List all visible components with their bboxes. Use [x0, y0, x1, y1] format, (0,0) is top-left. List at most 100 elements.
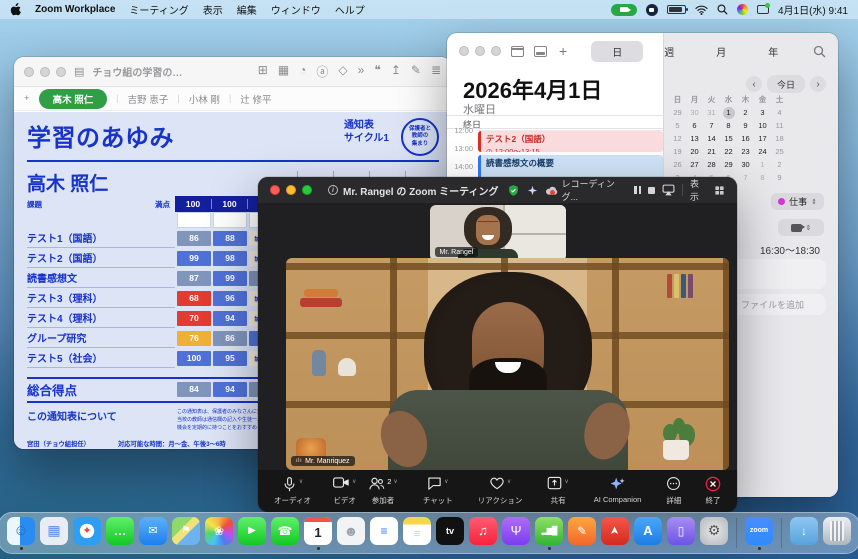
info-icon[interactable] [328, 185, 338, 195]
menubar-app-name[interactable]: Zoom Workplace [35, 4, 115, 15]
video-call-picker[interactable]: ⇕ [778, 219, 824, 236]
mini-cal-day[interactable]: 8 [720, 119, 737, 132]
score-cell[interactable]: 76 [177, 331, 211, 346]
mini-cal-day[interactable]: 23 [737, 145, 754, 158]
mini-cal-day[interactable]: 2 [771, 158, 788, 171]
mini-cal-day[interactable]: 4 [771, 106, 788, 119]
calendar-traffic-lights[interactable] [459, 46, 501, 56]
chevron-up-icon[interactable]: ∨ [444, 478, 448, 485]
wifi-icon[interactable] [695, 5, 708, 15]
mini-cal-day[interactable]: 3 [754, 106, 771, 119]
view-tab-日[interactable]: 日 [591, 41, 643, 62]
dock-item-apple-tv[interactable]: tv [435, 517, 465, 550]
row-label[interactable]: グループ研究 [27, 328, 175, 348]
mini-cal-day[interactable]: 16 [737, 132, 754, 145]
sheet-tab-2[interactable]: 吉野 恵子 [128, 92, 169, 106]
mini-cal-day[interactable]: 13 [686, 132, 703, 145]
text-box-icon[interactable]: ⓐ [316, 63, 328, 80]
menubar-menu-item[interactable]: ヘルプ [335, 2, 365, 17]
dock-item-rocket[interactable]: ➤ [600, 517, 630, 550]
dock-item-system-settings[interactable]: ⚙ [699, 517, 729, 550]
shape-icon[interactable]: ◇ [338, 63, 347, 80]
control-center-icon[interactable] [737, 4, 748, 15]
mini-cal-day[interactable]: 25 [771, 145, 788, 158]
dock-item-facetime[interactable]: ▶ [237, 517, 267, 550]
prev-day-button[interactable]: ‹ [746, 76, 762, 92]
mini-cal-day[interactable]: 1 [720, 106, 737, 119]
mini-cal-day[interactable]: 26 [669, 158, 686, 171]
score-cell[interactable]: 95 [213, 351, 247, 366]
dock-item-trash[interactable] [822, 517, 852, 550]
sheet-tab-4[interactable]: 辻 修平 [240, 92, 271, 106]
view-tab-年[interactable]: 年 [747, 41, 799, 62]
zoom-more-button[interactable]: 詳細 [666, 476, 681, 506]
sidebar-toggle-icon[interactable]: ▤ [74, 65, 84, 78]
dock-item-zoom[interactable]: zoom [744, 517, 774, 550]
mini-cal-day[interactable]: 2 [737, 106, 754, 119]
dock-item-mail[interactable]: ✉ [138, 517, 168, 550]
dock-item-downloads[interactable]: ↓ [789, 517, 819, 550]
numbers-traffic-lights[interactable] [24, 67, 66, 77]
score-cell[interactable]: 98 [213, 251, 247, 266]
chevron-up-icon[interactable]: ∨ [299, 478, 303, 485]
zoom-end-button[interactable]: 終了 [705, 476, 721, 506]
score-cell[interactable]: 86 [177, 231, 211, 246]
dock-item-numbers[interactable]: ▂▆█ [534, 517, 564, 550]
dock-item-music[interactable]: ♫ [468, 517, 498, 550]
active-speaker-video[interactable]: ılı Mr. Manriquez [286, 258, 729, 470]
mini-cal-day[interactable]: 9 [737, 119, 754, 132]
encryption-shield-icon[interactable] [507, 184, 520, 197]
row-label[interactable]: テスト3（理科） [27, 288, 175, 308]
dock-item-launchpad[interactable]: ▦ [39, 517, 69, 550]
zoom-traffic-lights[interactable] [270, 185, 312, 195]
zoom-menubar-icon[interactable] [646, 4, 658, 16]
dock-item-photos[interactable]: ❀ [204, 517, 234, 550]
insert-icon[interactable]: ⊞ [258, 63, 268, 80]
zoom-camera-button[interactable]: ∨ビデオ [333, 476, 356, 506]
mini-cal-day[interactable]: 7 [703, 119, 720, 132]
table-icon[interactable]: ▦ [278, 63, 289, 80]
mini-cal-day[interactable]: 7 [737, 171, 754, 184]
dock-item-pages[interactable]: ✎ [567, 517, 597, 550]
row-label[interactable]: テスト5（社会） [27, 348, 175, 368]
mini-cal-day[interactable]: 6 [686, 119, 703, 132]
sheet-tab-1[interactable]: 高木 照仁 [39, 89, 108, 109]
mini-cal-day[interactable]: 31 [703, 106, 720, 119]
mini-cal-day[interactable]: 9 [771, 171, 788, 184]
mini-cal-day[interactable]: 29 [669, 106, 686, 119]
menubar-menu-item[interactable]: 表示 [203, 2, 223, 17]
score-cell[interactable]: 86 [213, 331, 247, 346]
menubar-menu-item[interactable]: ウィンドウ [271, 2, 321, 17]
dock-item-reminders[interactable]: ≡ [369, 517, 399, 550]
dock-item-maps[interactable]: ⚑ [171, 517, 201, 550]
menubar-clock[interactable]: 4月1日(水) 9:41 [778, 2, 848, 17]
event-time-range[interactable]: 16:30〜18:30 [760, 242, 820, 257]
dock-item-messages[interactable]: … [105, 517, 135, 550]
camera-in-use-indicator[interactable] [611, 4, 637, 16]
dock-item-podcasts[interactable]: Ψ [501, 517, 531, 550]
max-score-cell[interactable]: 100 [175, 199, 211, 209]
menubar-menu-item[interactable]: 編集 [237, 2, 257, 17]
mini-cal-day[interactable]: 19 [669, 145, 686, 158]
mini-cal-day[interactable]: 29 [720, 158, 737, 171]
chevron-up-icon[interactable]: ∨ [564, 478, 568, 485]
row-label[interactable]: テスト1（国語） [27, 228, 175, 248]
mini-cal-day[interactable]: 18 [771, 132, 788, 145]
score-cell[interactable]: 70 [177, 311, 211, 326]
mini-cal-day[interactable]: 24 [754, 145, 771, 158]
view-grid-icon[interactable] [714, 185, 725, 196]
row-label[interactable]: テスト2（国語） [27, 248, 175, 268]
score-cell[interactable]: 99 [177, 251, 211, 266]
calendar-list-icon[interactable] [511, 46, 524, 57]
comment-icon[interactable]: ❝ [374, 63, 380, 80]
calendar-picker[interactable]: 仕事 ⇕ [771, 193, 824, 210]
score-cell[interactable]: 96 [213, 291, 247, 306]
today-button[interactable]: 今日 [767, 75, 805, 93]
new-event-button[interactable]: + [559, 43, 567, 59]
mini-cal-day[interactable]: 14 [703, 132, 720, 145]
pause-recording-button[interactable] [634, 186, 641, 194]
mini-cal-day[interactable]: 5 [669, 119, 686, 132]
organize-icon[interactable]: ≣ [431, 63, 441, 80]
mini-cal-day[interactable]: 30 [686, 106, 703, 119]
mini-cal-day[interactable]: 8 [754, 171, 771, 184]
